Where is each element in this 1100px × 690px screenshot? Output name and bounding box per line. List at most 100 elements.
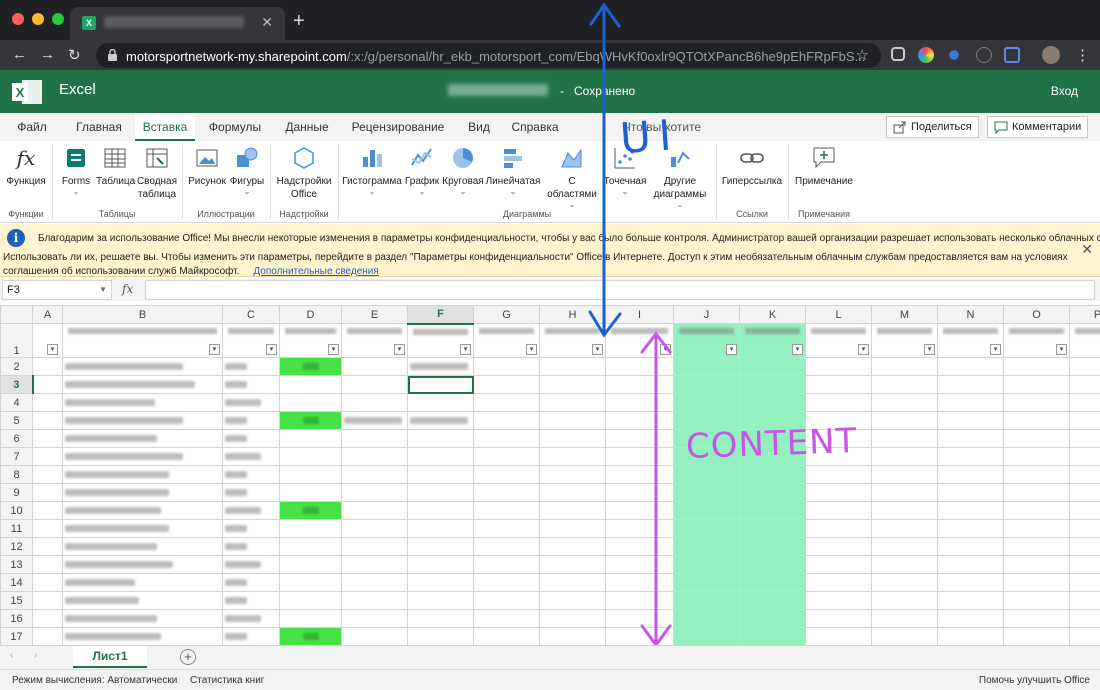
grid-cell[interactable] (407, 627, 474, 645)
row-header[interactable]: 17 (0, 627, 33, 645)
row-header[interactable]: 16 (0, 609, 33, 628)
grid-cell[interactable] (32, 429, 63, 448)
grid-cell[interactable] (279, 591, 342, 610)
grid-cell[interactable] (1003, 501, 1070, 520)
pie-chart-button[interactable]: Круговая ⌄ (442, 145, 484, 196)
grid-cell[interactable] (222, 375, 280, 394)
grid-cell[interactable] (805, 465, 872, 484)
grid-cell[interactable] (1003, 411, 1070, 430)
row-header[interactable]: 10 (0, 501, 33, 520)
tab-home[interactable]: Главная (68, 113, 130, 141)
grid-cell[interactable] (473, 357, 540, 376)
grid-cell[interactable] (341, 357, 408, 376)
grid-cell[interactable] (407, 609, 474, 628)
filter-dropdown-icon[interactable]: ▾ (460, 344, 471, 355)
row-header[interactable]: 3 (0, 375, 34, 394)
grid-cell[interactable] (673, 537, 740, 556)
grid-cell[interactable] (222, 411, 280, 430)
grid-cell[interactable] (62, 447, 223, 466)
grid-cell[interactable] (407, 519, 474, 538)
grid-cell[interactable] (605, 537, 674, 556)
filter-dropdown-icon[interactable]: ▾ (726, 344, 737, 355)
grid-cell[interactable] (279, 465, 342, 484)
grid-cell[interactable] (222, 627, 280, 645)
grid-cell[interactable] (407, 393, 474, 412)
sheet-next-icon[interactable]: › (34, 650, 37, 661)
filter-dropdown-icon[interactable]: ▾ (592, 344, 603, 355)
tab-insert[interactable]: Вставка (135, 113, 195, 141)
filter-dropdown-icon[interactable]: ▾ (526, 344, 537, 355)
grid-cell[interactable] (473, 555, 540, 574)
grid-cell[interactable] (1069, 375, 1100, 394)
grid-cell[interactable] (279, 519, 342, 538)
close-notification-icon[interactable]: ✕ (1081, 241, 1093, 258)
grid-cell[interactable] (937, 375, 1004, 394)
filter-dropdown-icon[interactable]: ▾ (394, 344, 405, 355)
grid-cell[interactable]: ▾ (279, 323, 342, 358)
grid-cell[interactable] (739, 501, 806, 520)
grid-cell[interactable]: ▾ (1003, 323, 1070, 358)
grid-cell[interactable] (805, 519, 872, 538)
filter-dropdown-icon[interactable]: ▾ (47, 344, 58, 355)
grid-cell[interactable] (605, 609, 674, 628)
histogram-chart-button[interactable]: Гистограмма ⌄ (342, 145, 402, 196)
grid-cell[interactable] (871, 573, 938, 592)
filter-dropdown-icon[interactable]: ▾ (990, 344, 1001, 355)
grid-cell[interactable] (539, 573, 606, 592)
grid-cell[interactable] (937, 411, 1004, 430)
grid-cell[interactable] (1069, 429, 1100, 448)
pivot-table-button[interactable]: Сводная таблица (136, 145, 178, 201)
grid-cell[interactable]: ▾ (473, 323, 540, 358)
grid-cell[interactable]: ▾ (407, 323, 474, 358)
grid-cell[interactable] (871, 537, 938, 556)
grid-cell[interactable] (407, 537, 474, 556)
grid-cell[interactable] (805, 537, 872, 556)
back-arrow-icon[interactable]: ← (12, 46, 27, 63)
grid-cell[interactable] (473, 375, 540, 394)
maximize-window-dot[interactable] (52, 13, 64, 25)
grid-cell[interactable] (32, 537, 63, 556)
grid-cell[interactable] (673, 573, 740, 592)
grid-cell[interactable] (222, 573, 280, 592)
grid-cell[interactable] (62, 519, 223, 538)
grid-cell[interactable] (805, 573, 872, 592)
insert-function-button[interactable]: fx Функция (4, 145, 48, 188)
formula-input[interactable] (145, 280, 1095, 300)
grid-cell[interactable] (605, 357, 674, 376)
sign-in-link[interactable]: Вход (1051, 84, 1078, 98)
grid-cell[interactable] (279, 357, 342, 376)
grid-cell[interactable] (937, 429, 1004, 448)
column-header[interactable]: N (937, 305, 1004, 324)
grid-cell[interactable] (539, 411, 606, 430)
grid-cell[interactable] (341, 429, 408, 448)
column-header[interactable]: J (673, 305, 740, 324)
column-header[interactable]: P (1069, 305, 1100, 324)
grid-cell[interactable] (341, 447, 408, 466)
grid-cell[interactable] (605, 501, 674, 520)
forward-arrow-icon[interactable]: → (40, 46, 55, 63)
grid-cell[interactable] (871, 357, 938, 376)
grid-cell[interactable] (62, 501, 223, 520)
grid-cell[interactable] (1069, 591, 1100, 610)
grid-cell[interactable] (407, 447, 474, 466)
grid-cell[interactable] (805, 627, 872, 645)
filter-dropdown-icon[interactable]: ▾ (858, 344, 869, 355)
grid-cell[interactable] (739, 537, 806, 556)
tab-file[interactable]: Файл (10, 113, 54, 141)
grid-cell[interactable] (407, 429, 474, 448)
grid-cell[interactable] (473, 537, 540, 556)
chevron-down-icon[interactable]: ▼ (99, 281, 107, 299)
row-header[interactable]: 6 (0, 429, 33, 448)
grid-cell[interactable] (341, 537, 408, 556)
grid-cell[interactable] (279, 627, 342, 645)
grid-cell[interactable] (473, 627, 540, 645)
filter-dropdown-icon[interactable]: ▾ (792, 344, 803, 355)
grid-cell[interactable]: ▾ (937, 323, 1004, 358)
column-header[interactable]: O (1003, 305, 1070, 324)
grid-cell[interactable] (222, 429, 280, 448)
grid-cell[interactable] (473, 591, 540, 610)
grid-cell[interactable] (279, 411, 342, 430)
grid-cell[interactable]: ▾ (1069, 323, 1100, 358)
grid-cell[interactable] (279, 429, 342, 448)
grid-cell[interactable]: ▾ (871, 323, 938, 358)
